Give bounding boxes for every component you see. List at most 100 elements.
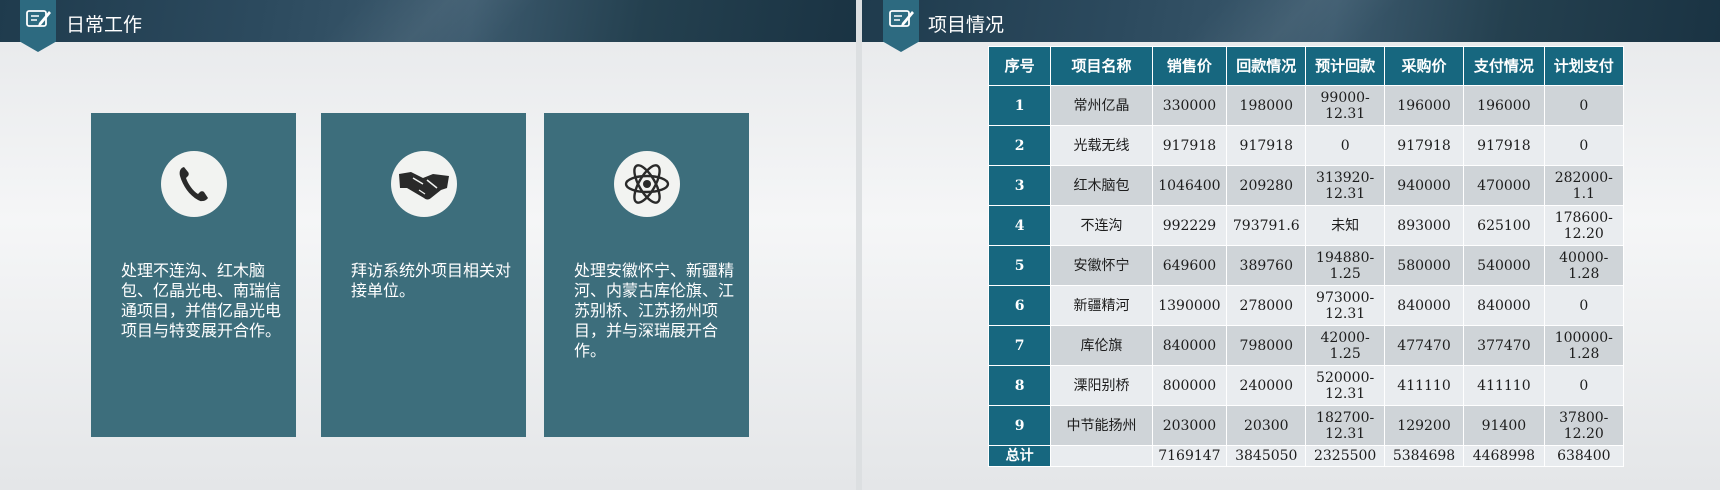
column-header: 预计回款 — [1305, 46, 1385, 86]
table-cell: 1046400 — [1151, 165, 1228, 206]
table-cell: 194880-1.25 — [1305, 245, 1385, 286]
table-row: 6 新疆精河 1390000 278000 973000-12.31 840000 8400… — [987, 285, 1625, 326]
header-tag — [883, 0, 919, 52]
table-cell: 540000 — [1463, 245, 1545, 286]
table-cell: 917918 — [1463, 125, 1545, 166]
icon-circle — [161, 151, 227, 217]
table-cell: 91400 — [1463, 405, 1545, 446]
table-cell: 649600 — [1151, 245, 1228, 286]
table-row: 8 溧阳别桥 800000 240000 520000-12.31 411110 41111… — [987, 365, 1625, 406]
table-cell: 0 — [1543, 365, 1625, 406]
table-cell: 129200 — [1383, 405, 1465, 446]
handshake-icon — [399, 172, 449, 200]
work-card-1: 处理不连沟、红木脑包、亿晶光电、南瑞信通项目，并借亿晶光电项目与特变展开合作。 — [91, 113, 296, 437]
table-cell: 389760 — [1226, 245, 1307, 286]
work-card-2: 拜访系统外项目相关对接单位。 — [321, 113, 526, 437]
table-row: 3 红木脑包 1046400 209280 313920-12.31 940000 4700… — [987, 165, 1625, 206]
table-cell: 196000 — [1383, 85, 1465, 126]
table-cell: 178600-12.20 — [1543, 205, 1625, 246]
table-row: 5 安徽怀宁 649600 389760 194880-1.25 580000 540000… — [987, 245, 1625, 286]
row-index-cell: 2 — [987, 125, 1052, 166]
table-cell: 40000-1.28 — [1543, 245, 1625, 286]
table-row: 4 不连沟 992229 793791.6 未知 893000 625100 178600-1… — [987, 205, 1625, 246]
table-cell: 840000 — [1383, 285, 1465, 326]
table-cell: 477470 — [1383, 325, 1465, 366]
table-cell: 新疆精河 — [1050, 285, 1153, 326]
total-label-cell: 总计 — [987, 445, 1052, 467]
table-cell: 中节能扬州 — [1050, 405, 1153, 446]
table-row: 1 常州亿晶 330000 198000 99000-12.31 196000 196000… — [987, 85, 1625, 126]
table-cell: 313920-12.31 — [1305, 165, 1385, 206]
total-cell — [1050, 445, 1153, 467]
icon-circle — [391, 151, 457, 217]
table-cell: 917918 — [1226, 125, 1307, 166]
table-cell: 330000 — [1151, 85, 1228, 126]
table-cell: 20300 — [1226, 405, 1307, 446]
table-cell: 203000 — [1151, 405, 1228, 446]
table-cell: 37800-12.20 — [1543, 405, 1625, 446]
table-cell: 红木脑包 — [1050, 165, 1153, 206]
row-index-cell: 3 — [987, 165, 1052, 206]
table-body: 1 常州亿晶 330000 198000 99000-12.31 196000 196000… — [987, 85, 1625, 467]
table-cell: 917918 — [1151, 125, 1228, 166]
table-cell: 625100 — [1463, 205, 1545, 246]
table-cell: 0 — [1305, 125, 1385, 166]
table-cell: 282000-1.1 — [1543, 165, 1625, 206]
table-cell: 278000 — [1226, 285, 1307, 326]
column-header: 计划支付 — [1543, 46, 1625, 86]
project-table: 序号 项目名称 销售价 回款情况 预计回款 采购价 支付情况 计划支付 1 常州亿… — [987, 46, 1625, 467]
slide-project-status: 项目情况 序号 项目名称 销售价 回款情况 预计回款 采购价 支付情况 计划支付… — [862, 0, 1720, 490]
column-header: 销售价 — [1151, 46, 1228, 86]
table-cell: 未知 — [1305, 205, 1385, 246]
table-cell: 0 — [1543, 85, 1625, 126]
table-cell: 0 — [1543, 285, 1625, 326]
table-cell: 99000-12.31 — [1305, 85, 1385, 126]
table-cell: 470000 — [1463, 165, 1545, 206]
row-index-cell: 1 — [987, 85, 1052, 126]
total-cell: 3845050 — [1226, 445, 1307, 467]
total-cell: 5384698 — [1383, 445, 1465, 467]
table-cell: 840000 — [1463, 285, 1545, 326]
table-cell: 793791.6 — [1226, 205, 1307, 246]
row-index-cell: 8 — [987, 365, 1052, 406]
total-cell: 638400 — [1543, 445, 1625, 467]
table-cell: 840000 — [1151, 325, 1228, 366]
table-cell: 1390000 — [1151, 285, 1228, 326]
page-title: 项目情况 — [928, 14, 1005, 36]
page-title: 日常工作 — [66, 14, 143, 36]
table-cell: 42000-1.25 — [1305, 325, 1385, 366]
column-header: 项目名称 — [1050, 46, 1153, 86]
total-cell: 2325500 — [1305, 445, 1385, 467]
table-cell: 库伦旗 — [1050, 325, 1153, 366]
table-cell: 0 — [1543, 125, 1625, 166]
table-cell: 209280 — [1226, 165, 1307, 206]
header-tag — [20, 0, 56, 52]
table-cell: 940000 — [1383, 165, 1465, 206]
note-edit-icon — [26, 10, 51, 27]
column-header: 采购价 — [1383, 46, 1465, 86]
column-header: 序号 — [987, 46, 1052, 86]
total-cell: 7169147 — [1151, 445, 1228, 467]
table-cell: 973000-12.31 — [1305, 285, 1385, 326]
table-row: 9 中节能扬州 203000 20300 182700-12.31 129200 91400… — [987, 405, 1625, 446]
phone-icon — [179, 167, 208, 202]
table-cell: 100000-1.28 — [1543, 325, 1625, 366]
table-cell: 893000 — [1383, 205, 1465, 246]
total-row: 总计 7169147 3845050 2325500 5384698 4468998 638… — [987, 445, 1625, 467]
total-cell: 4468998 — [1463, 445, 1545, 467]
table-cell: 377470 — [1463, 325, 1545, 366]
table-cell: 798000 — [1226, 325, 1307, 366]
row-index-cell: 7 — [987, 325, 1052, 366]
table-cell: 安徽怀宁 — [1050, 245, 1153, 286]
atom-icon — [624, 164, 670, 204]
table-cell: 520000-12.31 — [1305, 365, 1385, 406]
table-cell: 917918 — [1383, 125, 1465, 166]
table-cell: 溧阳别桥 — [1050, 365, 1153, 406]
table-header-row: 序号 项目名称 销售价 回款情况 预计回款 采购价 支付情况 计划支付 — [987, 46, 1625, 86]
slide-daily-work: 日常工作 处理不连沟、红木脑包、亿晶光电、南瑞信通项目，并借亿晶光电项目与特变展… — [0, 0, 856, 490]
card-text: 处理安徽怀宁、新疆精河、内蒙古库伦旗、江苏别桥、江苏扬州项目，并与深瑞展开合作。 — [574, 261, 735, 360]
table-cell: 992229 — [1151, 205, 1228, 246]
card-text: 拜访系统外项目相关对接单位。 — [351, 261, 512, 300]
table-cell: 光载无线 — [1050, 125, 1153, 166]
table-cell: 常州亿晶 — [1050, 85, 1153, 126]
